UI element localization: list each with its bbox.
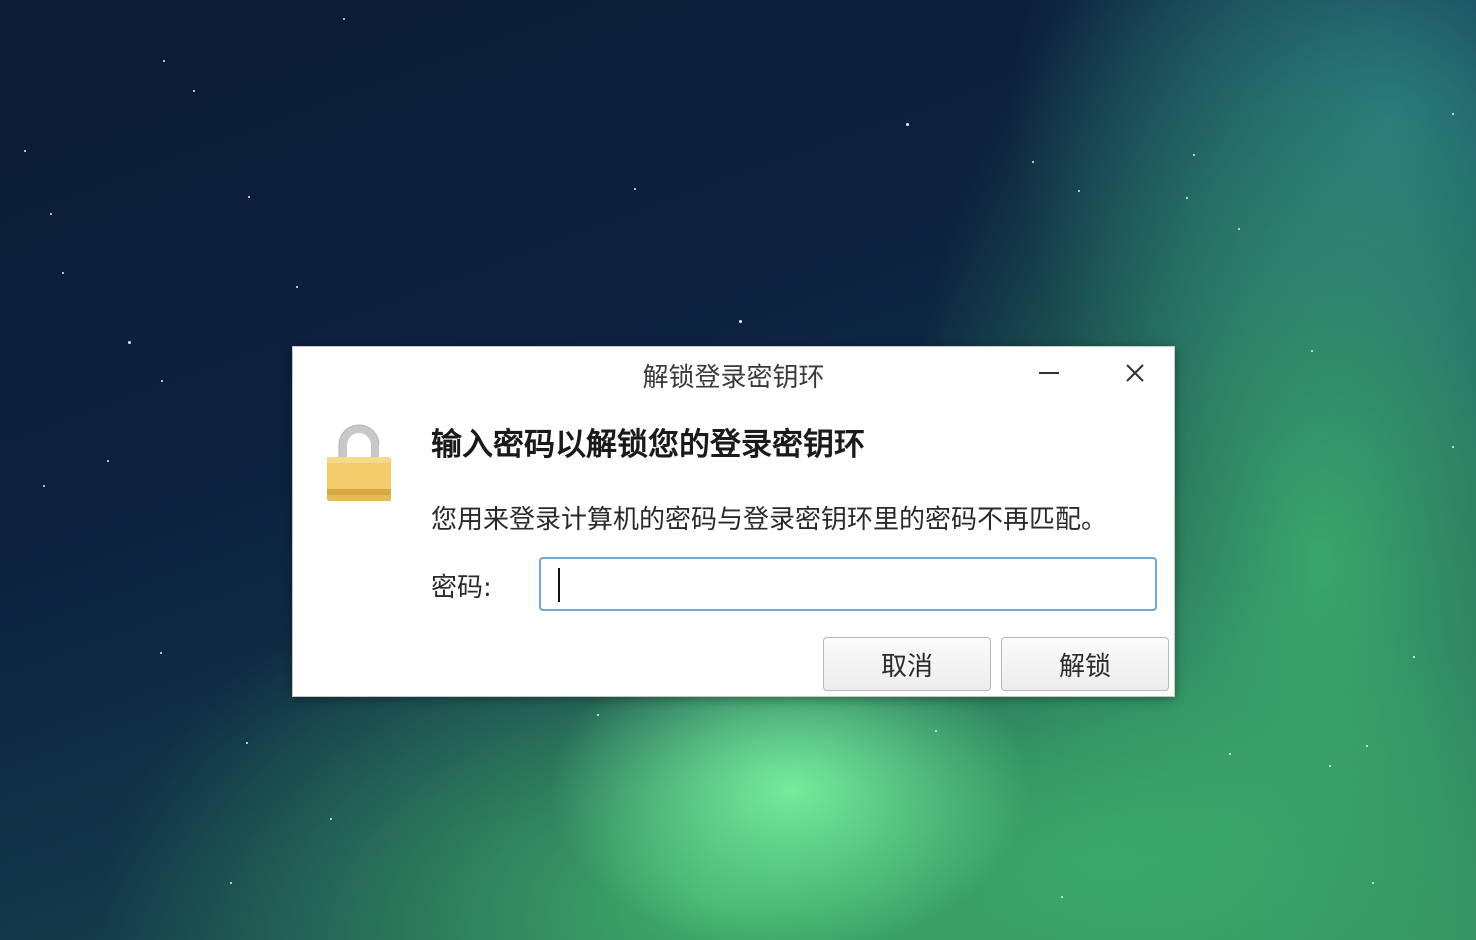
cancel-button[interactable]: 取消 [823,637,991,691]
star [1061,896,1063,898]
star [739,320,742,323]
title-bar[interactable]: 解锁登录密钥环 [293,347,1174,399]
star [1329,765,1331,767]
star [163,60,165,62]
star [597,714,599,716]
star [1413,656,1415,658]
star [1238,228,1240,230]
unlock-button[interactable]: 解锁 [1001,637,1169,691]
star [1078,190,1080,192]
unlock-keyring-dialog: 解锁登录密钥环 输入密码以解锁您的登录密钥环 您用来登录计算机的密码与登录密钥环… [292,346,1175,697]
star [1311,350,1313,352]
star [1452,446,1454,448]
star [296,286,298,288]
lock-icon [327,424,391,501]
dialog-message: 您用来登录计算机的密码与登录密钥环里的密码不再匹配。 [431,505,1108,535]
star [161,380,163,382]
star [50,213,52,215]
star [246,742,248,744]
star [248,196,250,198]
password-label: 密码: [431,573,492,603]
password-field[interactable] [539,557,1157,611]
minimize-button[interactable] [1031,355,1067,391]
star [634,188,636,190]
star [1372,882,1374,884]
star [193,90,195,92]
star [128,341,131,344]
star [330,818,332,820]
star [230,882,232,884]
star [1452,113,1454,115]
star [43,485,45,487]
star [24,150,26,152]
star [1229,753,1231,755]
star [1193,154,1195,156]
star [62,272,64,274]
star [1032,161,1034,163]
dialog-heading: 输入密码以解锁您的登录密钥环 [431,427,865,463]
star [935,730,937,732]
close-icon [1126,364,1144,382]
star [1366,745,1368,747]
star [343,18,345,20]
star [107,460,109,462]
star [160,652,162,654]
star [906,123,909,126]
minimize-icon [1039,372,1059,374]
text-caret [558,568,560,602]
close-button[interactable] [1117,355,1153,391]
star [1186,197,1188,199]
